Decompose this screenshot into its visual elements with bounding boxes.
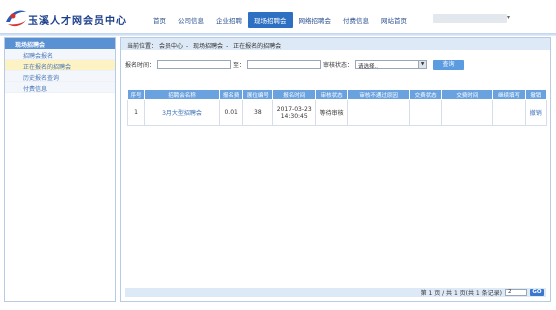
breadcrumb-separator: - [226, 43, 229, 50]
cell-fee: 0.01 [218, 99, 244, 126]
page-number-input[interactable]: 2 [505, 289, 527, 296]
sidebar: 现场招聘会 招聘会报名 正在报名的招聘会 历史报名查询 付费信息 [4, 37, 116, 302]
cell-signup-time: 2017-03-23 14:30:45 [272, 99, 317, 126]
cell-index: 1 [126, 99, 146, 126]
audit-status-select[interactable]: 请选择.. ▼ [355, 60, 428, 70]
sidebar-item-fair-signup[interactable]: 招聘会报名 [5, 49, 115, 60]
breadcrumb: 当前位置： 会员中心 - 现场招聘会 - 正在报名的招聘会 [121, 38, 550, 50]
signup-clock: 14:30:45 [280, 112, 308, 120]
chevron-down-icon[interactable]: ▾ [507, 14, 510, 21]
col-pay-time: 交费时间 [441, 89, 494, 100]
nav-online-fair[interactable]: 网络招聘会 [293, 12, 338, 28]
signup-date: 2017-03-23 [276, 105, 312, 113]
col-index: 序号 [126, 89, 146, 100]
nav-recruitment[interactable]: 企业招聘 [210, 12, 248, 28]
cell-audit-status: 等待审核 [315, 99, 349, 126]
cell-reject-reason [347, 99, 411, 126]
col-signup-time: 报名时间 [272, 89, 317, 100]
pager-summary: 第 1 页 / 共 1 页(共 1 条记录) [420, 290, 502, 297]
col-fair-name: 招聘会名称 [144, 89, 220, 100]
go-button[interactable]: GO [530, 289, 544, 296]
nav-job-fair[interactable]: 现场招聘会 [248, 12, 293, 28]
header: 玉溪人才网会员中心 首页 公司信息 企业招聘 现场招聘会 网络招聘会 付费信息 … [0, 0, 556, 34]
col-continue: 继续填写 [492, 89, 526, 100]
end-date-input[interactable] [247, 60, 322, 69]
col-cancel: 撤销 [524, 89, 548, 100]
cell-pay-time [441, 99, 494, 126]
site-title: 玉溪人才网会员中心 [28, 16, 127, 27]
top-nav: 首页 公司信息 企业招聘 现场招聘会 网络招聘会 付费信息 网站首页 [147, 12, 413, 28]
nav-company-info[interactable]: 公司信息 [172, 12, 210, 28]
sidebar-item-open-fairs[interactable]: 正在报名的招聘会 [5, 60, 115, 71]
col-pay-status: 交费状态 [409, 89, 443, 100]
query-button[interactable]: 查询 [433, 59, 465, 70]
logo-icon [6, 10, 26, 27]
audit-status-value: 请选择.. [358, 64, 379, 70]
sidebar-item-paid-info[interactable]: 付费信息 [5, 82, 115, 93]
nav-site-home[interactable]: 网站首页 [375, 12, 413, 28]
nav-home[interactable]: 首页 [147, 12, 172, 28]
start-date-input[interactable] [157, 60, 232, 69]
col-reject-reason: 审核不通过原因 [347, 89, 411, 100]
breadcrumb-separator: - [185, 43, 189, 50]
breadcrumb-label: 当前位置： [127, 43, 158, 50]
fair-table: 序号 招聘会名称 报名费 展位编号 报名时间 审核状态 审核不通过原因 交费状态… [126, 89, 548, 126]
table-row: 1 3月大型招聘会 0.01 38 2017-03-23 14:30:45 等待… [126, 99, 548, 126]
user-account-box[interactable] [433, 14, 507, 23]
breadcrumb-current: 正在报名的招聘会 [233, 43, 282, 50]
dropdown-arrow-icon[interactable]: ▼ [418, 61, 427, 68]
breadcrumb-job-fair[interactable]: 现场招聘会 [193, 43, 223, 50]
to-label: 至： [233, 62, 246, 69]
main-panel: 当前位置： 会员中心 - 现场招聘会 - 正在报名的招聘会 报名时间： 至： 审核状… [120, 37, 551, 302]
cancel-link[interactable]: 撤销 [524, 99, 548, 126]
col-audit-status: 审核状态 [315, 89, 349, 100]
cell-continue [492, 99, 526, 126]
audit-status-label: 审核状态： [323, 62, 354, 69]
cell-booth: 38 [242, 99, 274, 126]
col-booth: 展位编号 [242, 89, 274, 100]
cell-fair-name[interactable]: 3月大型招聘会 [144, 99, 220, 126]
breadcrumb-member-center[interactable]: 会员中心 [159, 43, 183, 50]
sidebar-item-history[interactable]: 历史报名查询 [5, 71, 115, 82]
col-fee: 报名费 [218, 89, 244, 100]
nav-paid-info[interactable]: 付费信息 [337, 12, 375, 28]
cell-pay-status [409, 99, 443, 126]
table-header-row: 序号 招聘会名称 报名费 展位编号 报名时间 审核状态 审核不通过原因 交费状态… [126, 89, 548, 100]
filter-bar: 报名时间： 至： 审核状态： 请选择.. ▼ 查询 [125, 59, 465, 70]
header-divider [0, 33, 556, 36]
signup-time-label: 报名时间： [125, 62, 156, 69]
sidebar-title: 现场招聘会 [5, 38, 115, 49]
pager: 第 1 页 / 共 1 页(共 1 条记录) 2 GO [125, 288, 546, 297]
